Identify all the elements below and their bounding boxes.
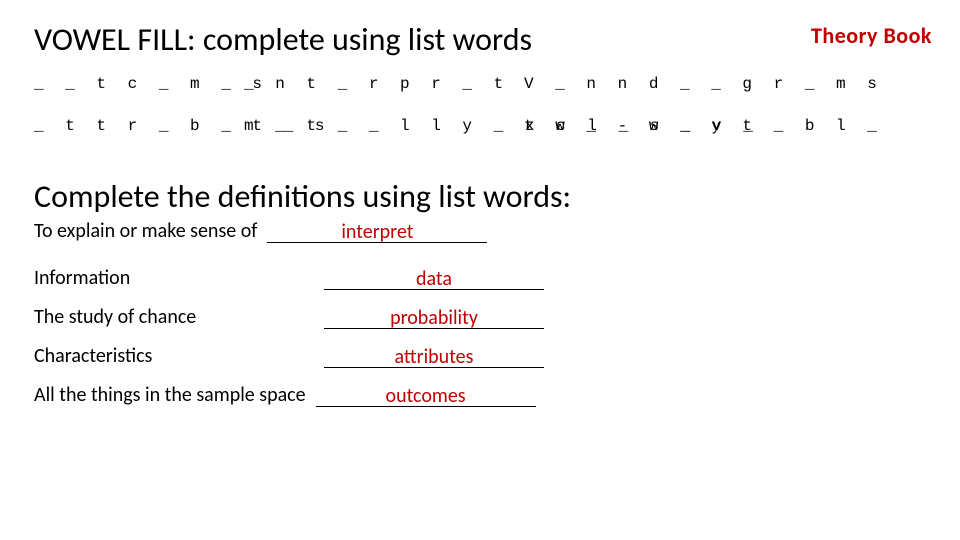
- answer-text: outcomes: [316, 386, 536, 406]
- vowel-cell: _ _ t c _ m _ s: [34, 75, 234, 93]
- answer-blank[interactable]: probability: [324, 304, 544, 329]
- definition-clue: Characteristics: [34, 344, 314, 368]
- definition-row: To explain or make sense of interpret: [34, 218, 926, 243]
- answer-text: interpret: [267, 222, 487, 242]
- definitions-heading: Complete the definitions using list word…: [34, 177, 926, 216]
- answer-text: data: [324, 269, 544, 289]
- answer-blank[interactable]: interpret: [267, 218, 487, 243]
- definition-row: All the things in the sample space outco…: [34, 382, 926, 407]
- definition-row: Characteristics attributes: [34, 343, 926, 368]
- definition-clue: Information: [34, 266, 314, 290]
- definition-row: The study of chance probability: [34, 304, 926, 329]
- vowel-cell: V _ n n d _ _ g r _ m s: [524, 75, 794, 93]
- vowel-cell: m _ t _ _ l l y _ x c l _ s _ v _: [244, 117, 514, 135]
- vowel-cell: t w _ - w _ y t _ b l _: [524, 117, 794, 135]
- definition-clue: All the things in the sample space: [34, 383, 306, 407]
- vowel-fill-grid: _ _ t c _ m _ s _ n t _ r p r _ t V _ n …: [34, 75, 926, 135]
- definition-clue: The study of chance: [34, 305, 314, 329]
- definition-clue: To explain or make sense of: [34, 219, 257, 243]
- brand-theory-book: Theory Book: [811, 22, 932, 49]
- answer-text: attributes: [324, 347, 544, 367]
- answer-blank[interactable]: attributes: [324, 343, 544, 368]
- answer-text: probability: [324, 308, 544, 328]
- answer-blank[interactable]: data: [324, 265, 544, 290]
- vowel-fill-heading: VOWEL FILL: complete using list words: [34, 20, 926, 59]
- answer-blank[interactable]: outcomes: [316, 382, 536, 407]
- vowel-cell: _ t t r _ b _ t _ s: [34, 117, 234, 135]
- worksheet-page: Theory Book VOWEL FILL: complete using l…: [0, 0, 960, 540]
- definition-row: Information data: [34, 265, 926, 290]
- vowel-cell: _ n t _ r p r _ t: [244, 75, 514, 93]
